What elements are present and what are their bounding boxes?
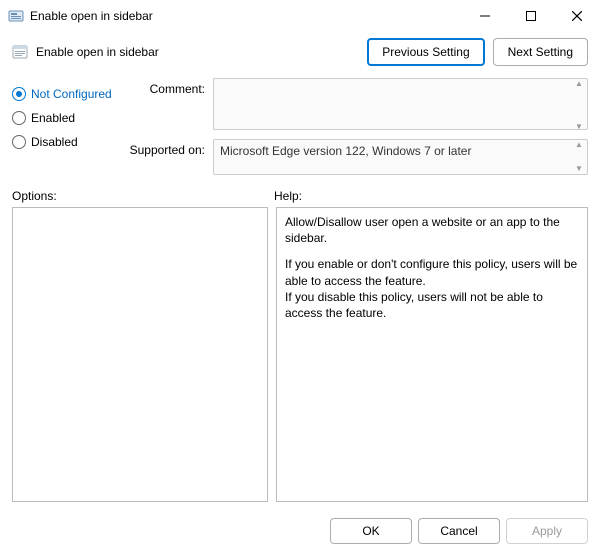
right-fields: Comment: ▲▼ Supported on: Microsoft Edge… (125, 78, 588, 175)
supported-label: Supported on: (125, 139, 205, 175)
radio-enabled[interactable]: Enabled (12, 106, 117, 130)
radio-not-configured[interactable]: Not Configured (12, 82, 117, 106)
help-paragraph: Allow/Disallow user open a website or an… (285, 214, 579, 246)
policy-title: Enable open in sidebar (36, 45, 359, 59)
footer: OK Cancel Apply (0, 510, 600, 556)
comment-label: Comment: (125, 78, 205, 133)
titlebar: Enable open in sidebar (0, 0, 600, 32)
help-paragraph: If you disable this policy, users will n… (285, 290, 543, 320)
lower-labels: Options: Help: (0, 175, 600, 207)
comment-field-wrap: ▲▼ (213, 78, 588, 133)
previous-setting-button[interactable]: Previous Setting (367, 38, 484, 66)
radio-label: Not Configured (31, 87, 112, 101)
radio-disabled[interactable]: Disabled (12, 130, 117, 154)
comment-input[interactable] (213, 78, 588, 130)
options-label: Options: (12, 189, 274, 203)
minimize-button[interactable] (462, 0, 508, 32)
radio-label: Disabled (31, 135, 78, 149)
comment-row: Comment: ▲▼ (125, 78, 588, 133)
radio-circle-icon (12, 135, 26, 149)
apply-button[interactable]: Apply (506, 518, 588, 544)
close-button[interactable] (554, 0, 600, 32)
next-setting-button[interactable]: Next Setting (493, 38, 588, 66)
supported-row: Supported on: Microsoft Edge version 122… (125, 139, 588, 175)
help-label: Help: (274, 189, 588, 203)
policy-icon (12, 44, 28, 60)
radio-circle-icon (12, 87, 26, 101)
supported-field-wrap: Microsoft Edge version 122, Windows 7 or… (213, 139, 588, 175)
supported-text: Microsoft Edge version 122, Windows 7 or… (213, 139, 588, 175)
window-controls (462, 0, 600, 32)
panes: Allow/Disallow user open a website or an… (0, 207, 600, 510)
radio-label: Enabled (31, 111, 75, 125)
ok-button[interactable]: OK (330, 518, 412, 544)
header-row: Enable open in sidebar Previous Setting … (0, 32, 600, 76)
help-pane[interactable]: Allow/Disallow user open a website or an… (276, 207, 588, 502)
options-pane[interactable] (12, 207, 268, 502)
app-icon (8, 8, 24, 24)
radio-circle-icon (12, 111, 26, 125)
state-radio-group: Not Configured Enabled Disabled (12, 78, 117, 175)
cancel-button[interactable]: Cancel (418, 518, 500, 544)
config-area: Not Configured Enabled Disabled Comment:… (0, 76, 600, 175)
window-title: Enable open in sidebar (30, 9, 462, 23)
maximize-button[interactable] (508, 0, 554, 32)
help-paragraph: If you enable or don't configure this po… (285, 257, 577, 287)
